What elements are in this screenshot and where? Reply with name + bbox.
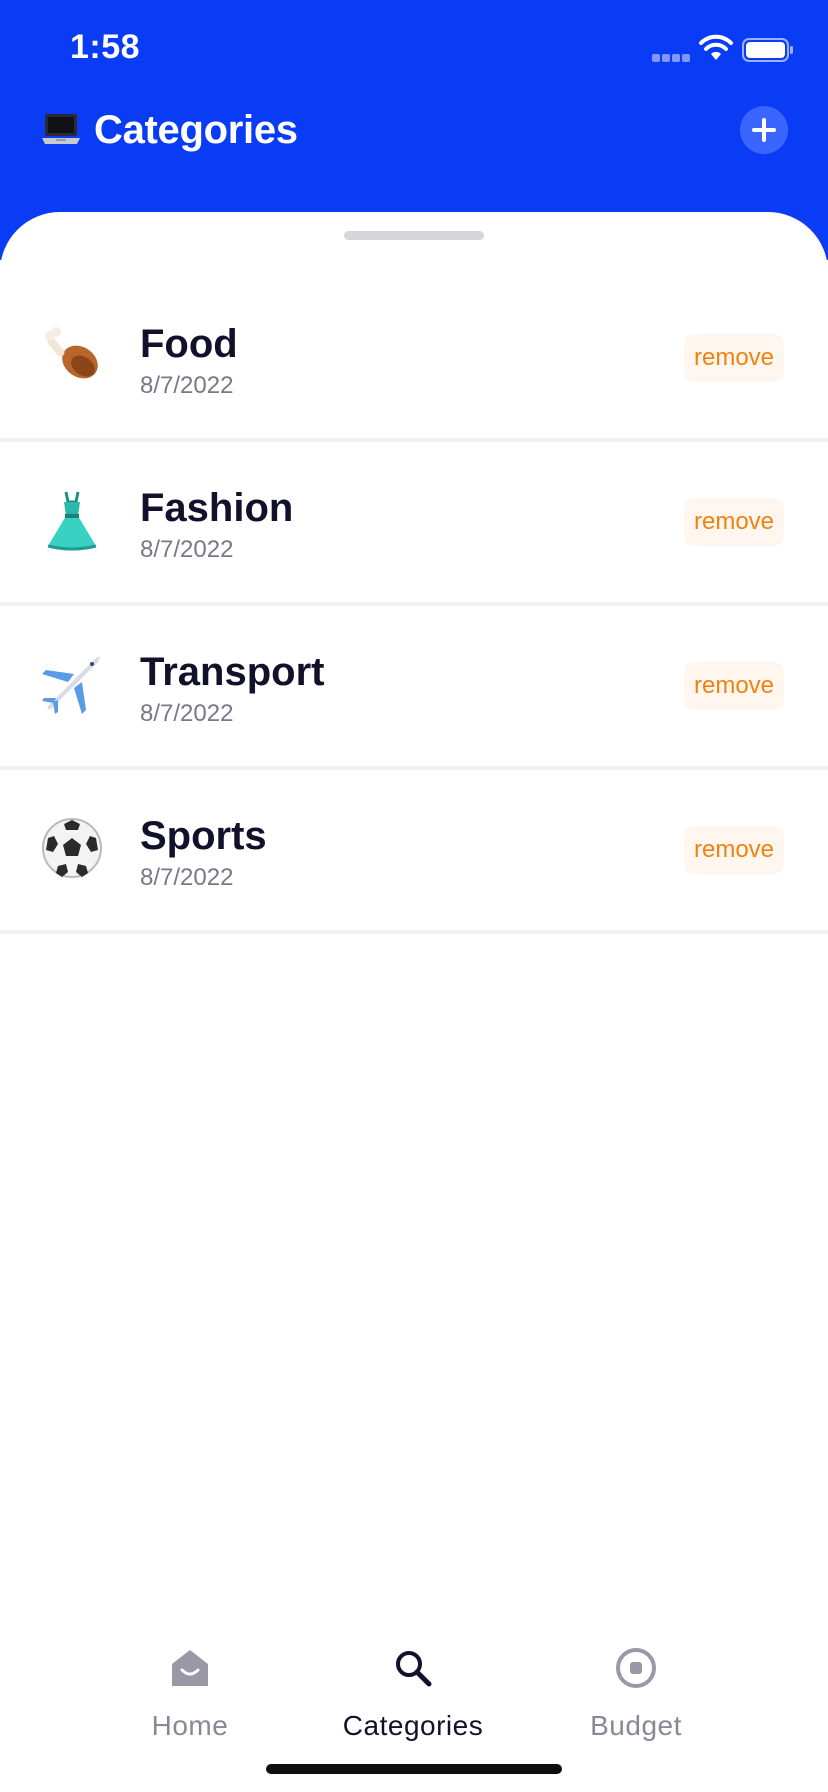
sheet-grabber[interactable]	[344, 231, 484, 240]
content-sheet: Food 8/7/2022 remove Fashion 8/7/2022 re…	[0, 212, 828, 1792]
category-date: 8/7/2022	[140, 372, 234, 399]
poultry-leg-icon	[45, 327, 98, 379]
category-name: Sports	[140, 814, 267, 858]
category-row-transport[interactable]: Transport 8/7/2022 remove	[0, 606, 828, 770]
status-time: 1:58	[70, 28, 141, 66]
battery-icon	[742, 38, 793, 62]
category-row-food[interactable]: Food 8/7/2022 remove	[0, 278, 828, 442]
tab-label: Categories	[342, 1710, 484, 1741]
wifi-icon	[699, 34, 733, 60]
soccer-ball-icon	[42, 818, 102, 878]
budget-icon	[616, 1648, 656, 1688]
remove-button[interactable]: remove	[684, 498, 784, 546]
category-date: 8/7/2022	[140, 536, 234, 563]
home-icon	[172, 1650, 208, 1686]
dress-icon	[47, 491, 97, 551]
cellular-signal-icon	[652, 54, 690, 62]
plus-icon	[752, 118, 776, 142]
laptop-icon	[42, 114, 80, 144]
category-row-sports[interactable]: Sports 8/7/2022 remove	[0, 770, 828, 934]
page-title-row: Categories	[40, 98, 298, 162]
category-row-fashion[interactable]: Fashion 8/7/2022 remove	[0, 442, 828, 606]
category-name: Fashion	[140, 486, 294, 530]
category-list: Food 8/7/2022 remove Fashion 8/7/2022 re…	[0, 278, 828, 934]
search-icon	[396, 1651, 432, 1687]
remove-button[interactable]: remove	[684, 826, 784, 874]
home-indicator	[266, 1764, 562, 1774]
page-title: Categories	[94, 107, 298, 152]
tab-label: Home	[151, 1710, 229, 1741]
tab-home[interactable]: Home	[90, 1646, 290, 1756]
tab-categories[interactable]: Categories	[313, 1646, 513, 1756]
category-name: Transport	[140, 650, 325, 694]
add-category-button[interactable]	[740, 106, 788, 154]
tab-budget[interactable]: Budget	[536, 1646, 736, 1756]
remove-button[interactable]: remove	[684, 334, 784, 382]
category-date: 8/7/2022	[140, 700, 234, 727]
tab-label: Budget	[590, 1710, 682, 1741]
remove-button[interactable]: remove	[684, 662, 784, 710]
category-name: Food	[140, 322, 238, 366]
airplane-icon	[42, 656, 100, 714]
category-date: 8/7/2022	[140, 864, 234, 891]
